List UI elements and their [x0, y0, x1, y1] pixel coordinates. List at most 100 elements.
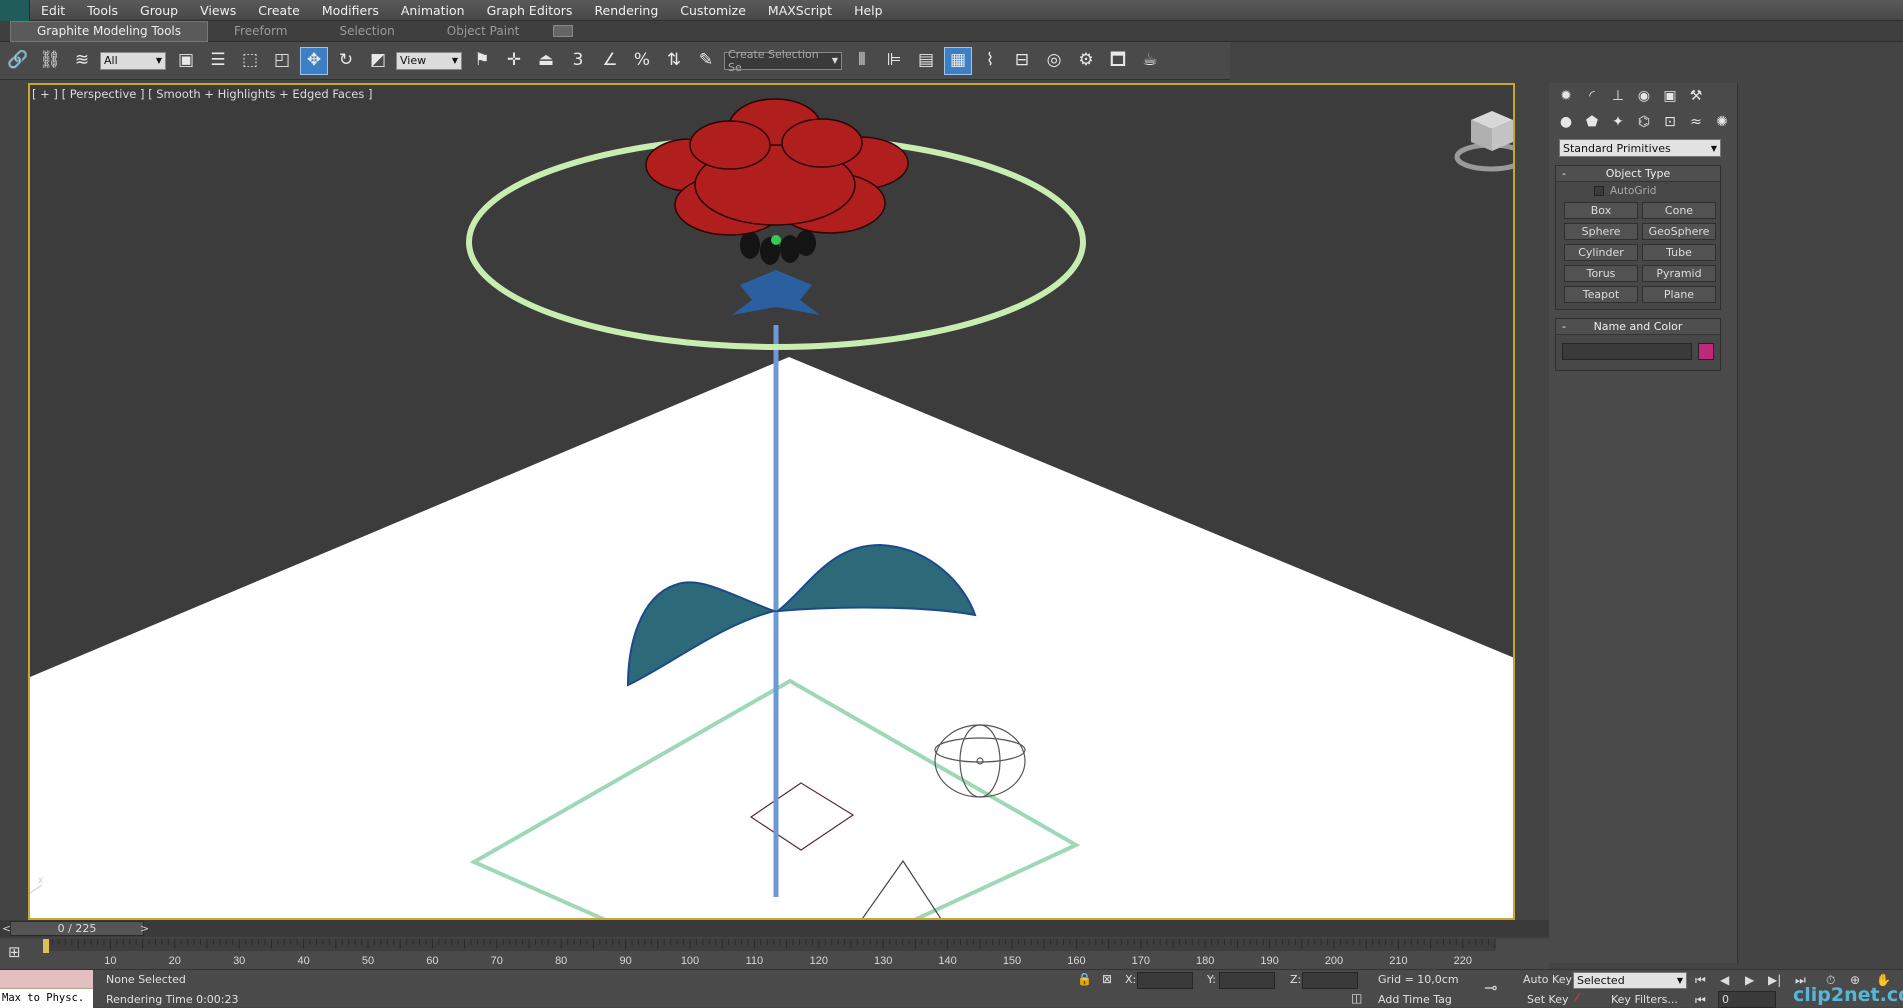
time-slider-next[interactable]: > [140, 920, 149, 937]
menu-help[interactable]: Help [843, 0, 894, 21]
tab-object-paint[interactable]: Object Paint [421, 22, 546, 41]
menu-graph-editors[interactable]: Graph Editors [476, 0, 584, 21]
cone-button[interactable]: Cone [1642, 202, 1716, 219]
object-type-header[interactable]: - Object Type [1556, 166, 1720, 182]
render-production-icon[interactable]: ☕ [1136, 47, 1164, 75]
x-coordinate-field[interactable] [1137, 972, 1193, 989]
maxscript-output[interactable]: Max to Physc. [0, 989, 93, 1008]
name-and-color-header[interactable]: - Name and Color [1556, 319, 1720, 335]
tab-freeform[interactable]: Freeform [208, 22, 313, 41]
key-mode-toggle-icon[interactable]: ⏮ [1695, 994, 1706, 1006]
menu-views[interactable]: Views [189, 0, 247, 21]
track-bar[interactable]: ⊞ 10 20 30 40 50 60 70 80 90 100 110 120 130 140 150 16… [0, 939, 1549, 969]
snap-toggle-icon[interactable]: 3 [564, 47, 592, 75]
play-icon[interactable]: ▶ [1745, 974, 1754, 986]
perspective-viewport[interactable]: x [ + ] [ Perspective ] [ Smooth + Highl… [28, 83, 1515, 920]
schematic-view-icon[interactable]: ⊟ [1008, 47, 1036, 75]
select-and-scale-icon[interactable]: ◩ [364, 47, 392, 75]
link-icon[interactable]: 🔗 [4, 47, 32, 75]
plane-button[interactable]: Plane [1642, 286, 1716, 303]
maxscript-input[interactable] [0, 970, 93, 989]
torus-button[interactable]: Torus [1564, 265, 1638, 282]
object-name-input[interactable] [1562, 343, 1692, 360]
menu-customize[interactable]: Customize [669, 0, 757, 21]
auto-key-button[interactable]: Auto Key [1523, 973, 1572, 986]
next-frame-icon[interactable]: ▶| [1768, 974, 1781, 986]
autogrid-checkbox[interactable] [1594, 186, 1604, 196]
geometry-category-dropdown[interactable]: Standard Primitives ▼ [1559, 139, 1721, 157]
mirror-icon[interactable]: ⫴ [848, 47, 876, 75]
utilities-tab-icon[interactable]: ⚒ [1685, 86, 1707, 106]
viewport-label[interactable]: [ + ] [ Perspective ] [ Smooth + Highlig… [32, 87, 372, 101]
menu-maxscript[interactable]: MAXScript [757, 0, 843, 21]
menu-create[interactable]: Create [247, 0, 311, 21]
pyramid-button[interactable]: Pyramid [1642, 265, 1716, 282]
select-and-move-icon[interactable]: ✥ [300, 46, 328, 75]
menu-modifiers[interactable]: Modifiers [311, 0, 390, 21]
key-mode-dropdown[interactable]: Selected ▼ [1573, 972, 1687, 989]
teapot-button[interactable]: Teapot [1564, 286, 1638, 303]
manipulate-icon[interactable]: ✛ [500, 47, 528, 75]
time-slider-handle[interactable]: 0 / 225 [10, 921, 144, 936]
modify-tab-icon[interactable]: ◜ [1581, 86, 1603, 106]
menu-animation[interactable]: Animation [390, 0, 476, 21]
maxscript-listener[interactable]: Max to Physc. [0, 970, 93, 1008]
reference-coordinate-dropdown[interactable]: View ▼ [396, 51, 462, 70]
window-crossing-icon[interactable]: ◰ [268, 47, 296, 75]
menu-edit[interactable]: Edit [30, 0, 76, 21]
curve-editor-icon[interactable]: ⌇ [976, 47, 1004, 75]
current-frame-field[interactable]: 0 [1718, 991, 1776, 1008]
add-time-tag[interactable]: Add Time Tag [1378, 993, 1452, 1006]
object-color-swatch[interactable] [1698, 343, 1714, 360]
y-coordinate-field[interactable] [1219, 972, 1275, 989]
autogrid-checkbox-row[interactable]: AutoGrid [1556, 182, 1720, 200]
angle-snap-icon[interactable]: ∠ [596, 47, 624, 75]
cameras-icon[interactable]: ⌬ [1633, 112, 1655, 132]
select-and-rotate-icon[interactable]: ↻ [332, 47, 360, 75]
select-by-name-icon[interactable]: ☰ [204, 47, 232, 75]
named-selection-sets-dropdown[interactable]: Create Selection Se ▼ [724, 48, 842, 74]
geometry-icon[interactable]: ● [1555, 112, 1577, 132]
lights-icon[interactable]: ✦ [1607, 112, 1629, 132]
material-editor-icon[interactable]: ◎ [1040, 47, 1068, 75]
ribbon-dropdown-button[interactable] [553, 25, 574, 37]
hierarchy-tab-icon[interactable]: ⊥ [1607, 86, 1629, 106]
go-to-start-icon[interactable]: ⏮ [1695, 974, 1706, 986]
sphere-button[interactable]: Sphere [1564, 223, 1638, 240]
tab-selection[interactable]: Selection [313, 22, 420, 41]
helpers-icon[interactable]: ⊡ [1659, 112, 1681, 132]
shapes-icon[interactable]: ⬟ [1581, 112, 1603, 132]
render-setup-icon[interactable]: ⚙ [1072, 47, 1100, 75]
menu-group[interactable]: Group [129, 0, 189, 21]
cylinder-button[interactable]: Cylinder [1564, 244, 1638, 261]
menu-rendering[interactable]: Rendering [583, 0, 669, 21]
time-slider[interactable]: < 0 / 225 > [0, 920, 1549, 937]
motion-tab-icon[interactable]: ◉ [1633, 86, 1655, 106]
absolute-mode-icon[interactable]: ⊠ [1102, 973, 1112, 985]
previous-frame-icon[interactable]: ◀ [1720, 974, 1729, 986]
set-key-button[interactable]: Set Key [1527, 993, 1569, 1006]
application-button[interactable] [0, 0, 30, 21]
key-curve-icon[interactable]: ⁄ [1576, 992, 1578, 1004]
display-tab-icon[interactable]: ▣ [1659, 86, 1681, 106]
space-warps-icon[interactable]: ≈ [1685, 112, 1707, 132]
graphite-toggle-icon[interactable]: ▦ [944, 46, 972, 75]
rectangular-selection-icon[interactable]: ⬚ [236, 47, 264, 75]
unlink-icon[interactable]: ⛓ [36, 47, 64, 75]
time-tag-icon[interactable]: ◫ [1351, 992, 1362, 1004]
key-icon[interactable]: ⊸ [1484, 980, 1497, 996]
systems-icon[interactable]: ✺ [1711, 112, 1733, 132]
select-object-icon[interactable]: ▣ [172, 47, 200, 75]
tab-graphite-modeling-tools[interactable]: Graphite Modeling Tools [10, 20, 209, 42]
align-icon[interactable]: ⊫ [880, 47, 908, 75]
key-filters-button[interactable]: Key Filters... [1611, 993, 1678, 1006]
layer-manager-icon[interactable]: ▤ [912, 47, 940, 75]
tube-button[interactable]: Tube [1642, 244, 1716, 261]
create-tab-icon[interactable]: ✹ [1555, 86, 1577, 106]
selection-filter-dropdown[interactable]: All ▼ [100, 51, 166, 70]
lock-icon[interactable]: 🔒 [1077, 973, 1092, 985]
keyboard-shortcut-override-icon[interactable]: ⏏ [532, 47, 560, 75]
menu-tools[interactable]: Tools [76, 0, 129, 21]
rendered-frame-window-icon[interactable]: 🗖 [1104, 47, 1132, 75]
z-coordinate-field[interactable] [1302, 972, 1358, 989]
